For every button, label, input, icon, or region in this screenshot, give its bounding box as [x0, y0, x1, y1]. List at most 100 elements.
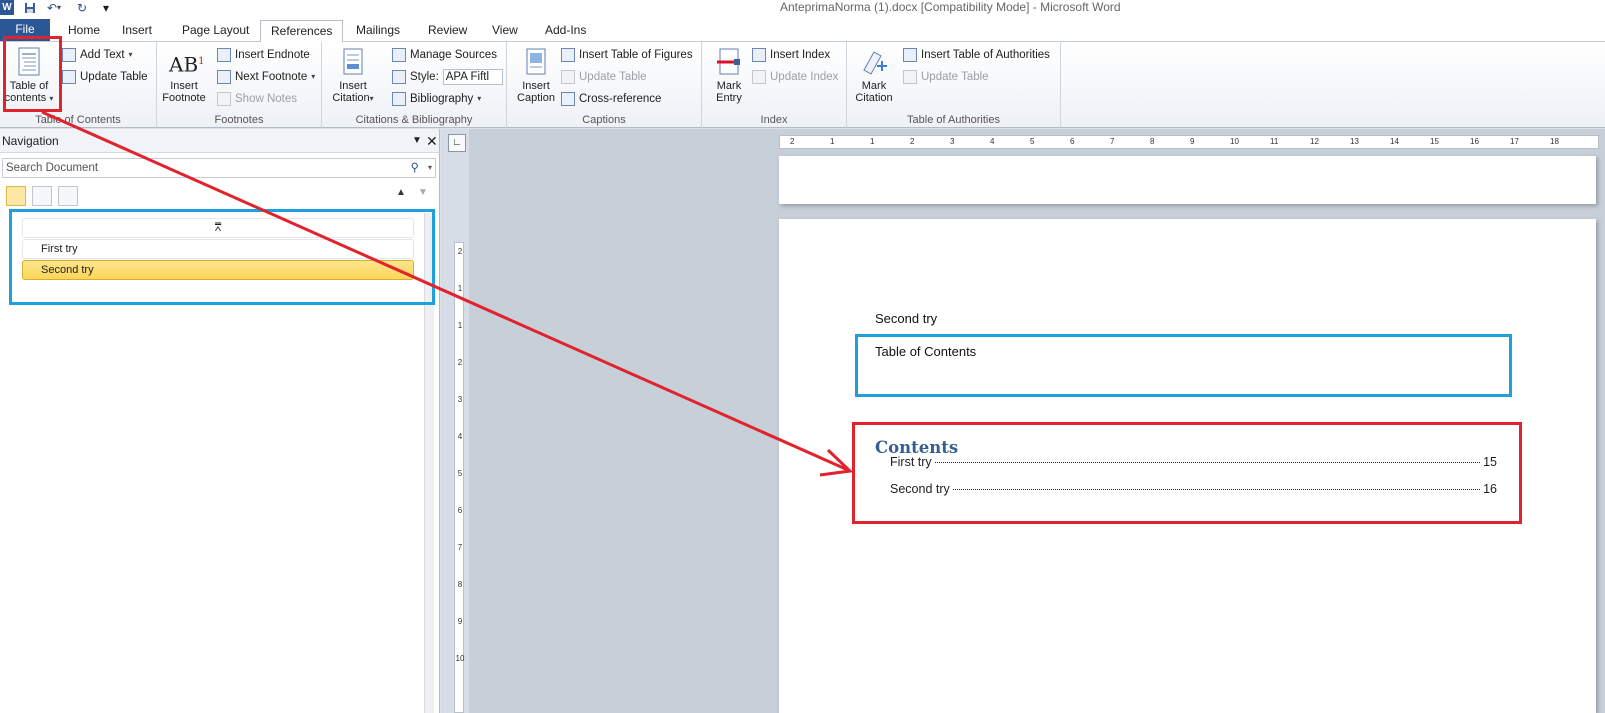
ruler-tick-label: 3: [950, 137, 955, 146]
update-table-icon: [561, 70, 575, 84]
ruler-tick-label: 15: [1430, 137, 1439, 146]
tab-file[interactable]: File: [0, 19, 50, 41]
horizontal-ruler[interactable]: 2 1 1 2 3 4 5 6 7 8 9 10 11 12 13 14 15 16 17 18: [779, 135, 1599, 149]
ruler-tick-label: 16: [1470, 137, 1479, 146]
ribbon: Table of contents ▾ Add Text ▾ Update Tab…: [0, 42, 1605, 128]
word-app-icon[interactable]: W: [0, 0, 14, 15]
insert-caption-button[interactable]: Insert Caption: [509, 46, 563, 104]
save-icon[interactable]: [22, 0, 38, 15]
table-of-contents-button[interactable]: Table of contents ▾: [2, 46, 56, 105]
footnote-icon: AB1: [169, 52, 205, 77]
group-label-citations: Citations & Bibliography: [355, 114, 473, 126]
group-index: Mark Entry Insert Index Update Index Ind…: [702, 42, 847, 128]
redo-icon[interactable]: ↻: [74, 0, 90, 15]
bibliography-icon: [392, 92, 406, 106]
navigation-pane: Navigation ▼ ✕ Search Document ⚲ ▾ ▲ ▼ ⩞…: [0, 129, 440, 713]
group-label-footnotes: Footnotes: [214, 114, 264, 126]
update-index-button[interactable]: Update Index: [752, 68, 838, 86]
next-footnote-button[interactable]: Next Footnote ▾: [217, 68, 315, 86]
group-label-toc: Table of Contents: [35, 114, 121, 126]
show-notes-button[interactable]: Show Notes: [217, 90, 297, 108]
ruler-tick-label: 3: [457, 395, 463, 404]
ruler-tick-label: 13: [1350, 137, 1359, 146]
table-of-contents-icon: [14, 46, 44, 78]
update-table-icon: [62, 70, 76, 84]
style-icon: [392, 70, 406, 84]
insert-footnote-button[interactable]: AB1 Insert Footnote: [157, 46, 211, 104]
pages-view-icon[interactable]: [32, 186, 52, 206]
ruler-tick-label: 8: [457, 580, 463, 589]
cross-reference-button[interactable]: Cross-reference: [561, 90, 661, 108]
next-heading-icon[interactable]: ▼: [418, 187, 428, 198]
vertical-ruler[interactable]: 2 1 1 2 3 4 5 6 7 8 9 10: [454, 242, 464, 713]
chevron-down-icon[interactable]: ▾: [428, 159, 432, 177]
ruler-tick-label: 9: [1190, 137, 1195, 146]
ruler-tick-label: 18: [1550, 137, 1559, 146]
toc-placeholder-text[interactable]: Table of Contents: [875, 344, 976, 359]
ruler-tick-label: 2: [790, 137, 795, 146]
results-view-icon[interactable]: [58, 186, 78, 206]
customize-qat-icon[interactable]: ▾: [100, 0, 112, 15]
mark-citation-button[interactable]: Mark Citation: [847, 46, 901, 104]
tab-mailings[interactable]: Mailings: [346, 20, 410, 42]
search-icon[interactable]: ⚲: [411, 159, 419, 177]
toc-entry[interactable]: Second try 16: [890, 482, 1497, 496]
update-table-button[interactable]: Update Table: [62, 68, 148, 86]
insert-table-of-figures-button[interactable]: Insert Table of Figures: [561, 46, 693, 64]
tab-references[interactable]: References: [260, 20, 344, 43]
update-table-authorities-button[interactable]: Update Table: [903, 68, 989, 86]
list-item[interactable]: Second try: [22, 260, 414, 280]
ruler-tick-label: 12: [1310, 137, 1319, 146]
group-label-captions: Captions: [582, 114, 626, 126]
mark-entry-icon: [714, 46, 744, 78]
ruler-tick-label: 4: [457, 432, 463, 441]
list-item[interactable]: First try: [22, 239, 414, 259]
tab-add-ins[interactable]: Add-Ins: [535, 20, 596, 42]
undo-icon[interactable]: ↶ ▾: [44, 0, 64, 15]
ruler-tick-label: 6: [457, 506, 463, 515]
bibliography-button[interactable]: Bibliography ▾: [392, 90, 481, 108]
chevron-down-icon: ▾: [128, 50, 133, 59]
add-text-icon: [62, 48, 76, 62]
chevron-down-icon: ▾: [49, 94, 54, 103]
show-notes-icon: [217, 92, 231, 106]
heading-second-try[interactable]: Second try: [875, 311, 937, 326]
close-icon[interactable]: ✕: [426, 129, 438, 153]
navigation-scrollbar[interactable]: [424, 213, 434, 713]
tab-insert[interactable]: Insert: [112, 20, 162, 42]
group-table-of-contents: Table of contents ▾ Add Text ▾ Update Tab…: [0, 42, 157, 128]
insert-index-icon: [752, 48, 766, 62]
tab-home[interactable]: Home: [58, 20, 110, 42]
update-table-figures-button[interactable]: Update Table: [561, 68, 647, 86]
ruler-tick-label: 5: [1030, 137, 1035, 146]
insert-index-button[interactable]: Insert Index: [752, 46, 830, 64]
pane-options-icon[interactable]: ▼: [412, 129, 422, 153]
insert-endnote-button[interactable]: Insert Endnote: [217, 46, 310, 64]
previous-heading-icon[interactable]: ▲: [396, 187, 406, 198]
toc-entry[interactable]: First try 15: [890, 455, 1497, 469]
group-footnotes: AB1 Insert Footnote Insert Endnote Next …: [157, 42, 322, 128]
manage-sources-icon: [392, 48, 406, 62]
ruler-tick-label: 17: [1510, 137, 1519, 146]
tab-selector-button[interactable]: ∟: [448, 134, 466, 152]
headings-view-icon[interactable]: [6, 186, 26, 206]
tab-review[interactable]: Review: [418, 20, 477, 42]
collapse-all-icon[interactable]: ⩞: [22, 218, 414, 238]
ruler-tick-label: 2: [457, 247, 463, 256]
style-dropdown[interactable]: APA Fiftl: [442, 69, 503, 85]
ruler-tick-label: 1: [457, 321, 463, 330]
insert-citation-button[interactable]: Insert Citation▾: [326, 46, 380, 105]
manage-sources-button[interactable]: Manage Sources: [392, 46, 497, 64]
style-selector[interactable]: Style: APA Fiftl: [392, 68, 503, 86]
insert-table-of-authorities-button[interactable]: Insert Table of Authorities: [903, 46, 1050, 64]
chevron-down-icon: ▾: [477, 94, 482, 103]
tab-view[interactable]: View: [482, 20, 528, 42]
ruler-tick-label: 1: [870, 137, 875, 146]
tab-page-layout[interactable]: Page Layout: [172, 20, 259, 42]
navigation-header: Navigation ▼ ✕: [0, 129, 439, 153]
chevron-down-icon: ▾: [311, 72, 316, 81]
ruler-tick-label: 7: [1110, 137, 1115, 146]
mark-entry-button[interactable]: Mark Entry: [702, 46, 756, 104]
add-text-button[interactable]: Add Text ▾: [62, 46, 133, 64]
search-document-input[interactable]: Search Document ⚲ ▾: [2, 158, 436, 178]
